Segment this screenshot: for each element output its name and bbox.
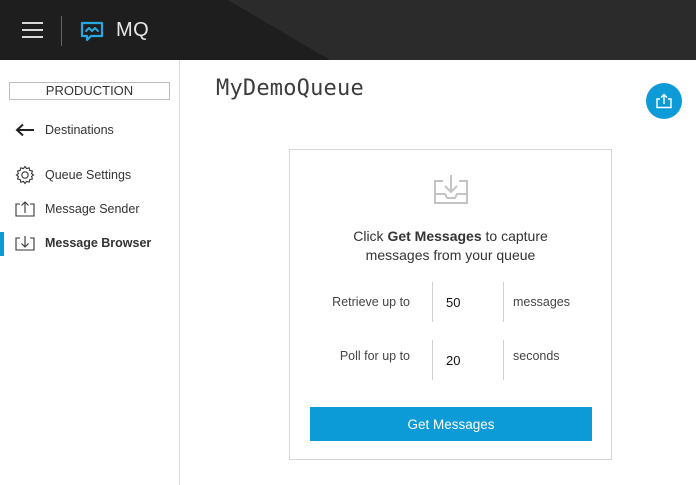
app-name: MQ bbox=[116, 19, 150, 41]
export-icon bbox=[656, 93, 672, 109]
mq-logo-icon bbox=[80, 21, 104, 42]
download-tray-icon bbox=[14, 233, 36, 253]
sidebar-item-label: Queue Settings bbox=[45, 168, 132, 182]
message-browser-card: Click Get Messages to capture messages f… bbox=[289, 149, 612, 460]
download-tray-icon bbox=[434, 175, 468, 204]
sidebar-item-message-sender[interactable]: Message Sender bbox=[0, 195, 179, 223]
retrieve-unit: messages bbox=[513, 295, 570, 309]
sidebar-item-label: Message Browser bbox=[45, 236, 152, 250]
input-divider bbox=[432, 340, 433, 380]
page-title: MyDemoQueue bbox=[216, 76, 364, 101]
sidebar-item-label: Destinations bbox=[45, 123, 114, 137]
export-button[interactable] bbox=[646, 83, 682, 119]
prompt-suffix-line2: messages from your queue bbox=[365, 247, 536, 263]
input-divider bbox=[503, 340, 504, 380]
hamburger-icon[interactable] bbox=[22, 22, 43, 38]
retrieve-count-input[interactable] bbox=[446, 291, 506, 313]
input-divider bbox=[503, 282, 504, 322]
top-bar: MQ bbox=[0, 0, 696, 60]
poll-label: Poll for up to bbox=[339, 349, 410, 363]
capture-prompt: Click Get Messages to capture messages f… bbox=[290, 227, 611, 265]
get-messages-button[interactable]: Get Messages bbox=[310, 407, 592, 441]
sidebar-item-label: Message Sender bbox=[45, 202, 140, 216]
header-accent-shape bbox=[0, 0, 330, 60]
prompt-suffix-line1: to capture bbox=[481, 228, 548, 244]
retrieve-label: Retrieve up to bbox=[332, 295, 410, 309]
environment-badge[interactable]: PRODUCTION bbox=[9, 82, 170, 100]
arrow-left-icon bbox=[14, 120, 36, 140]
gear-icon bbox=[14, 165, 36, 185]
poll-seconds-input[interactable] bbox=[446, 349, 506, 371]
poll-unit: seconds bbox=[513, 349, 560, 363]
sidebar-item-queue-settings[interactable]: Queue Settings bbox=[0, 161, 179, 189]
sidebar: PRODUCTION Destinations Queue Settings M… bbox=[0, 60, 180, 485]
input-divider bbox=[432, 282, 433, 322]
sidebar-item-destinations[interactable]: Destinations bbox=[0, 116, 179, 144]
sidebar-item-message-browser[interactable]: Message Browser bbox=[0, 229, 179, 257]
prompt-bold: Get Messages bbox=[387, 228, 482, 244]
header-divider bbox=[61, 16, 62, 46]
upload-tray-icon bbox=[14, 199, 36, 219]
prompt-prefix: Click bbox=[353, 228, 388, 244]
